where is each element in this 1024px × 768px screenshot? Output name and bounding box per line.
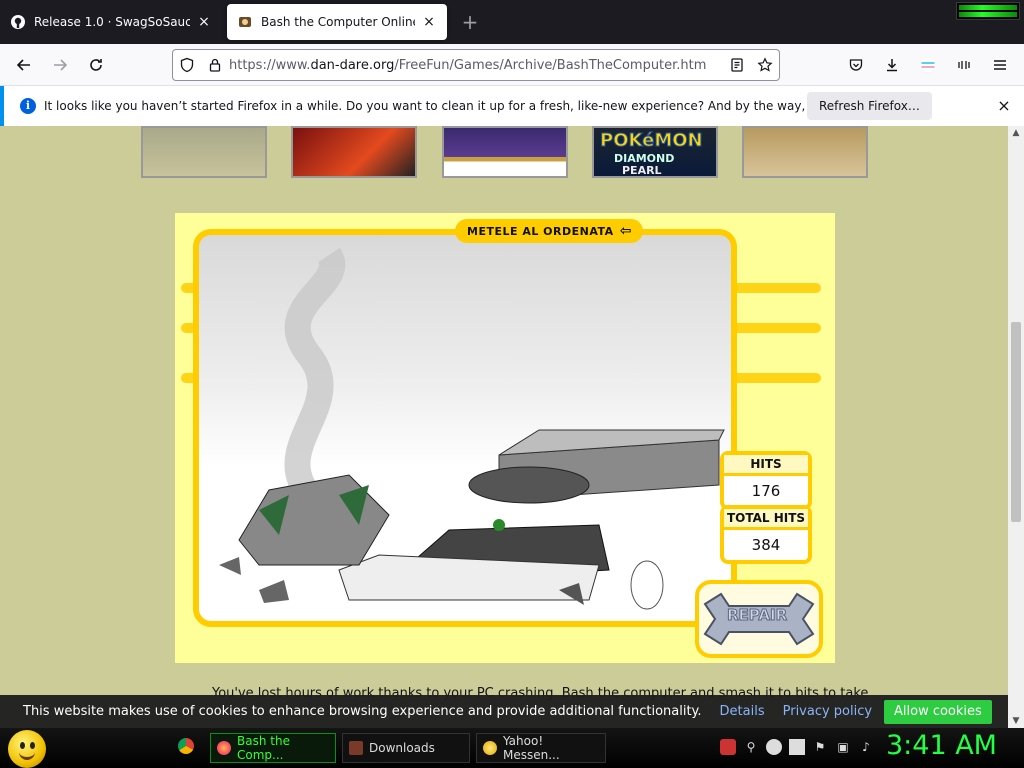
pokemon-logo-text: POKéMON	[600, 130, 704, 152]
system-meter	[956, 2, 1020, 20]
tray-app-icon[interactable]	[720, 739, 736, 755]
total-hits-counter: TOTAL HITS 384	[720, 505, 812, 564]
cookie-details-link[interactable]: Details	[720, 704, 765, 719]
back-arrow-icon[interactable]: ⇦	[620, 223, 632, 239]
downloads-button[interactable]	[880, 53, 904, 77]
reload-button[interactable]	[84, 53, 108, 77]
lock-icon[interactable]	[201, 57, 229, 73]
page-content: POKéMON DIAMOND PEARL METELE AL ORDENATA…	[0, 126, 1008, 728]
firefox-icon	[217, 741, 231, 755]
yahoo-messenger-icon	[483, 741, 497, 755]
back-button[interactable]	[12, 53, 36, 77]
url-path: /FreeFun/Games/Archive/BashTheComputer.h…	[394, 57, 707, 73]
system-tray: ⚲ ⚑ ▣ ♪	[720, 739, 874, 755]
hits-value: 176	[751, 482, 781, 500]
game-title: METELE AL ORDENATA	[467, 224, 614, 238]
tab-bash-the-computer[interactable]: Bash the Computer Online Gam ×	[227, 4, 447, 40]
security-flag-icon[interactable]: ⚑	[812, 739, 828, 755]
profile-button[interactable]	[916, 53, 940, 77]
hits-counter: HITS 176	[720, 451, 812, 510]
refresh-firefox-button[interactable]: Refresh Firefox…	[807, 92, 932, 120]
game-thumbnail[interactable]	[742, 126, 868, 178]
messenger-tray-icon[interactable]	[766, 739, 782, 755]
game-thumbnail[interactable]	[141, 126, 267, 178]
cookie-message: This website makes use of cookies to enh…	[23, 704, 702, 719]
taskbar-clock[interactable]: 3:41 AM	[886, 730, 997, 761]
tab-strip: Release 1.0 · SwagSoSaucy/who × Bash the…	[0, 0, 1024, 44]
repair-label: REPAIR	[726, 606, 788, 625]
hits-label: HITS	[724, 455, 808, 476]
navigation-toolbar: https://www.dan-dare.org/FreeFun/Games/A…	[0, 44, 1024, 86]
pocket-icon	[849, 59, 863, 71]
game-screen[interactable]	[193, 229, 737, 627]
taskbar-item-label: Downloads	[369, 741, 435, 755]
page-scrollbar[interactable]: ▲ ▼	[1008, 126, 1024, 728]
refresh-firefox-notification: i It looks like you haven’t started Fire…	[0, 86, 1024, 126]
total-hits-value: 384	[751, 536, 781, 554]
new-tab-button[interactable]: +	[458, 10, 482, 34]
extension-icon	[958, 61, 970, 69]
allow-cookies-button[interactable]: Allow cookies	[884, 700, 992, 724]
scroll-down-icon[interactable]: ▼	[1008, 716, 1024, 726]
scroll-up-icon[interactable]: ▲	[1008, 128, 1024, 138]
volume-icon[interactable]: ♪	[858, 739, 874, 755]
pocket-button[interactable]	[844, 53, 868, 77]
calendar-icon[interactable]	[789, 739, 805, 755]
network-icon[interactable]: ▣	[835, 739, 851, 755]
taskbar-item-downloads[interactable]: Downloads	[342, 733, 470, 763]
chrome-icon[interactable]	[178, 738, 194, 754]
game-thumbnail[interactable]	[442, 126, 568, 178]
scrollbar-thumb[interactable]	[1011, 322, 1021, 522]
forward-arrow-icon	[54, 59, 68, 71]
hamburger-menu-icon	[994, 60, 1006, 70]
pokemon-subtitle: PEARL	[622, 164, 662, 177]
info-icon: i	[20, 98, 36, 114]
url-host: dan-dare.org	[310, 57, 395, 73]
tab-title: Release 1.0 · SwagSoSaucy/who	[34, 15, 190, 29]
tab-title: Bash the Computer Online Gam	[261, 15, 415, 29]
bookmark-star-icon[interactable]	[751, 57, 779, 73]
address-bar[interactable]: https://www.dan-dare.org/FreeFun/Games/A…	[172, 49, 780, 81]
url-text[interactable]: https://www.dan-dare.org/FreeFun/Games/A…	[229, 58, 723, 73]
back-arrow-icon	[16, 59, 30, 71]
extension-button[interactable]	[952, 53, 976, 77]
tab-close-button[interactable]: ×	[421, 14, 437, 30]
reload-icon	[90, 59, 102, 71]
flag-avatar-icon	[921, 58, 935, 72]
cookie-banner: This website makes use of cookies to enh…	[0, 695, 1008, 728]
privacy-policy-link[interactable]: Privacy policy	[783, 704, 872, 719]
start-button-smiley-icon[interactable]	[8, 730, 46, 768]
notification-message: It looks like you haven’t started Firefo…	[44, 99, 900, 113]
tab-release[interactable]: Release 1.0 · SwagSoSaucy/who ×	[0, 4, 222, 40]
taskbar-item-firefox[interactable]: Bash the Comp...	[210, 733, 336, 763]
game-thumbnail-pokemon[interactable]: POKéMON DIAMOND PEARL	[592, 126, 718, 178]
taskbar-item-label: Bash the Comp...	[237, 734, 290, 762]
tab-close-button[interactable]: ×	[196, 14, 212, 30]
url-scheme: https://www.	[229, 57, 311, 73]
reader-view-icon[interactable]	[723, 57, 751, 73]
game-panel[interactable]: METELE AL ORDENATA ⇦ HITS 176 TOTAL HITS…	[175, 213, 835, 663]
game-favicon-icon	[239, 17, 251, 27]
notification-close-button[interactable]: ×	[994, 96, 1014, 116]
game-thumbnail[interactable]	[291, 126, 417, 178]
os-taskbar: Bash the Comp... Downloads Yahoo! Messen…	[0, 728, 1024, 768]
total-hits-label: TOTAL HITS	[724, 509, 808, 530]
menu-button[interactable]	[988, 53, 1012, 77]
game-title-bar: METELE AL ORDENATA ⇦	[455, 219, 644, 243]
github-icon	[11, 15, 25, 29]
repair-button[interactable]: REPAIR	[695, 580, 823, 658]
smashed-computer-illustration	[219, 247, 725, 610]
tracking-protection-icon[interactable]	[173, 57, 201, 73]
forward-button[interactable]	[48, 53, 72, 77]
taskbar-item-yahoo-messenger[interactable]: Yahoo! Messen...	[476, 733, 606, 763]
downloads-folder-icon	[349, 741, 363, 755]
download-icon	[887, 59, 897, 72]
taskbar-item-label: Yahoo! Messen...	[503, 734, 560, 762]
search-icon[interactable]: ⚲	[743, 739, 759, 755]
